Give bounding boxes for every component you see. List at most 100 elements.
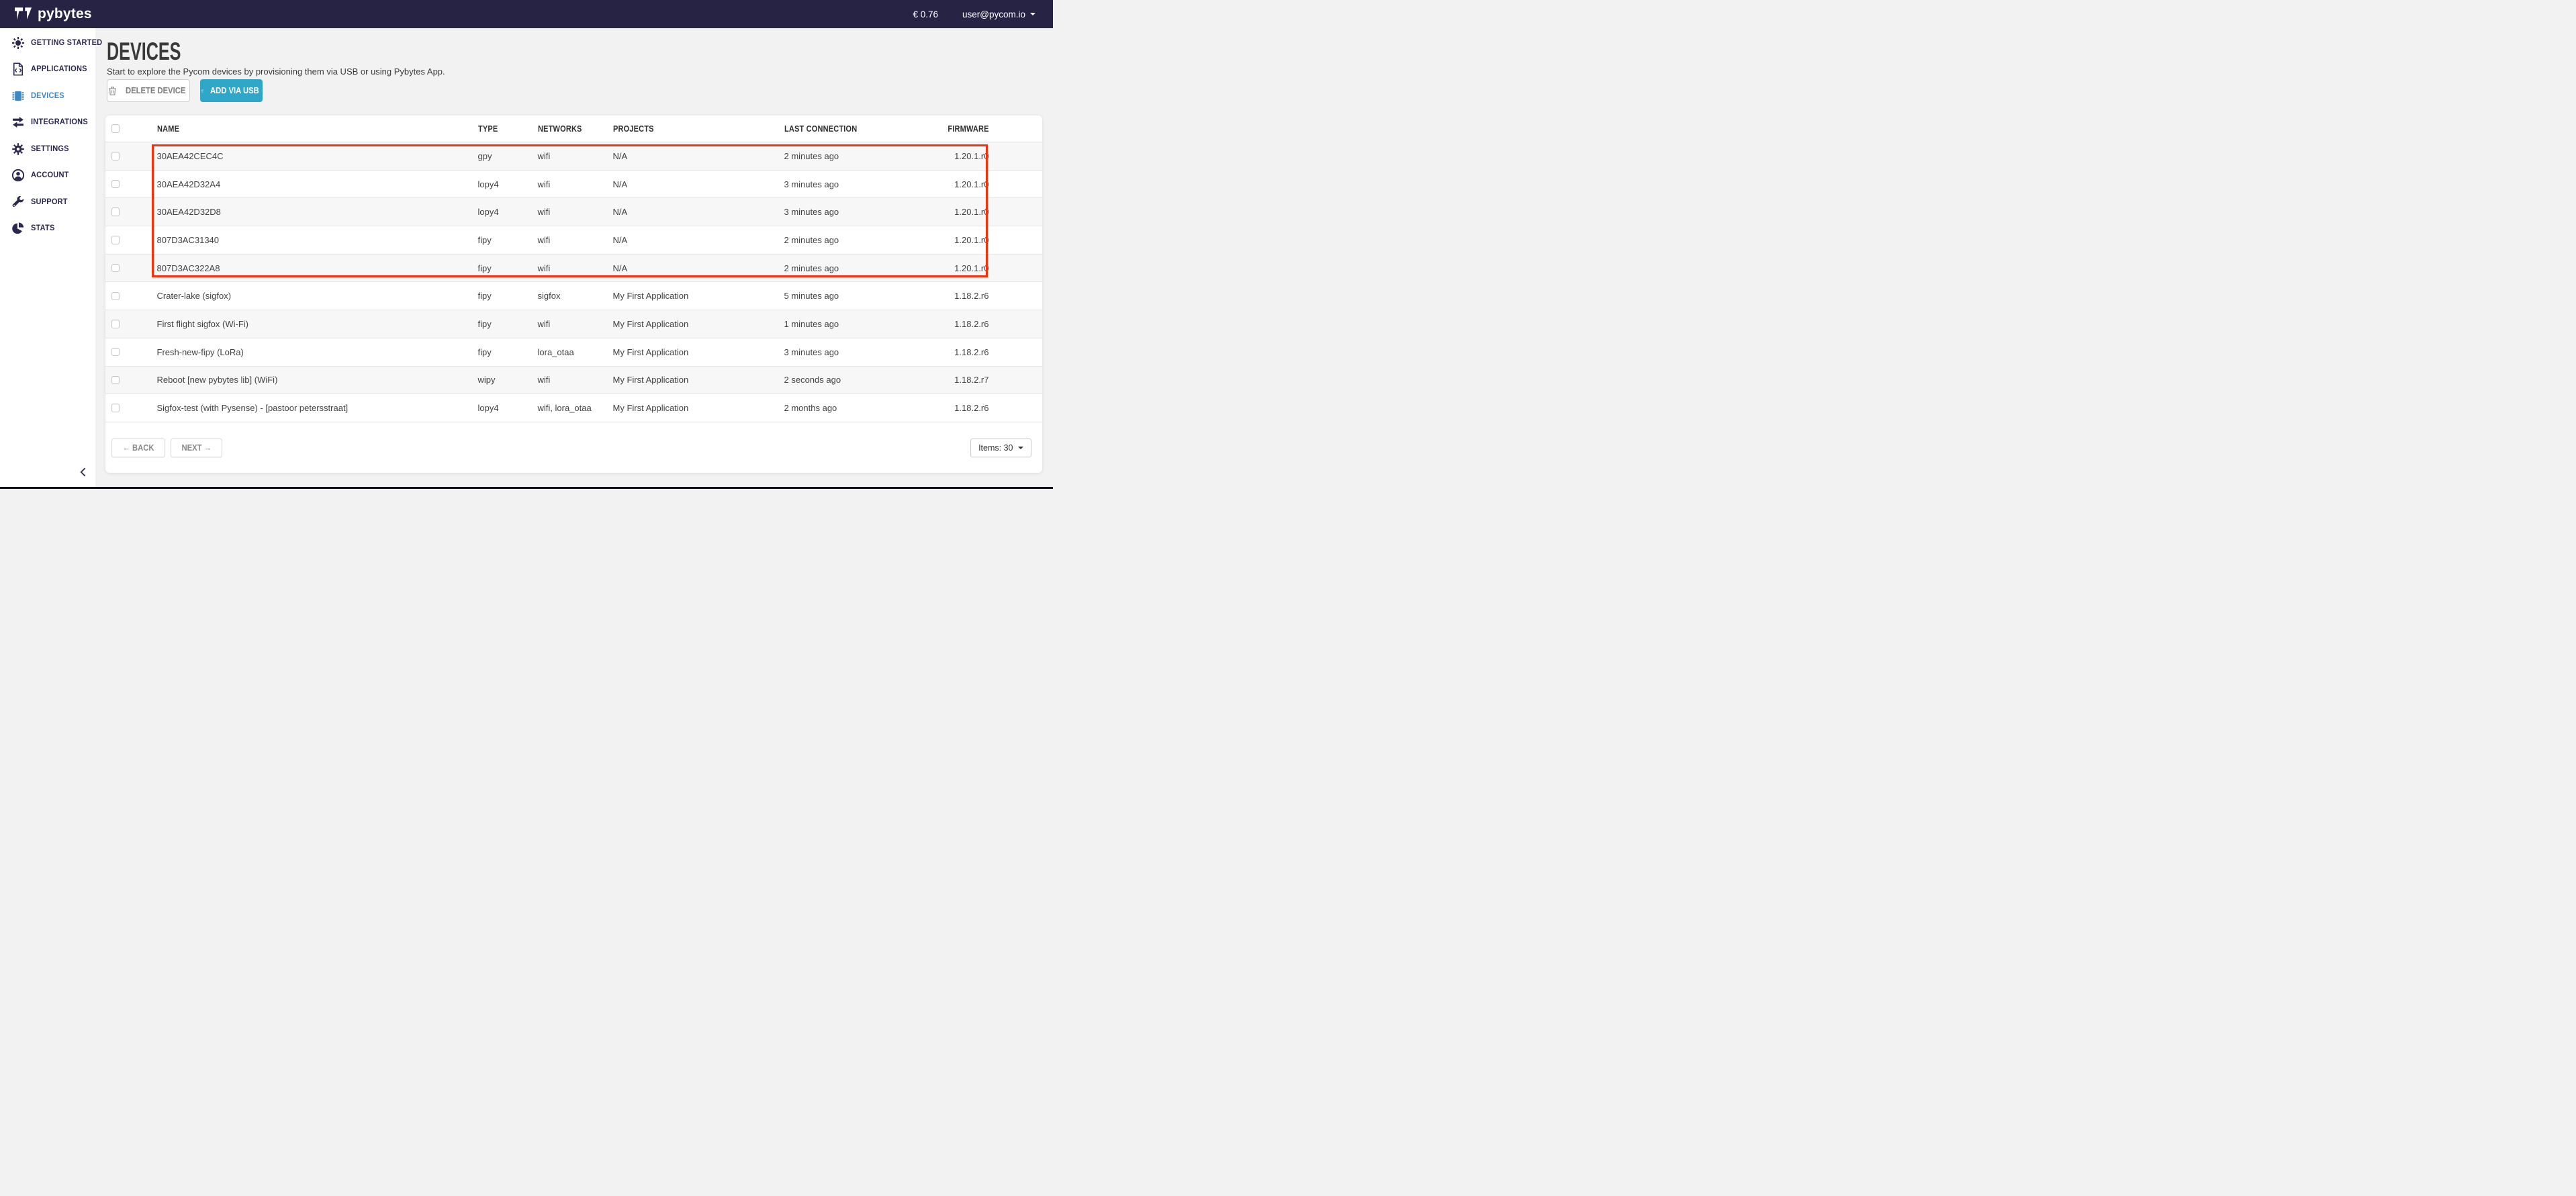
select-all-checkbox[interactable]	[111, 124, 120, 133]
row-checkbox[interactable]	[111, 236, 120, 244]
device-projects: N/A	[602, 151, 774, 161]
items-per-page-dropdown[interactable]: Items: 30	[970, 439, 1031, 457]
add-via-usb-button[interactable]: ADD VIA USB	[200, 79, 263, 102]
device-networks: wifi	[527, 207, 602, 217]
window-bottom-edge	[0, 487, 1053, 489]
table-row[interactable]: First flight sigfox (Wi-Fi) fipy wifi My…	[105, 310, 1042, 338]
device-name: 807D3AC322A8	[146, 263, 467, 273]
sidebar-item-settings[interactable]: SETTINGS	[0, 136, 95, 163]
device-projects: N/A	[602, 179, 774, 189]
row-checkbox[interactable]	[111, 376, 120, 385]
row-checkbox[interactable]	[111, 208, 120, 216]
table-row[interactable]: 807D3AC322A8 fipy wifi N/A 2 minutes ago…	[105, 255, 1042, 283]
device-type: fipy	[467, 319, 527, 329]
table-row[interactable]: Crater-lake (sigfox) fipy sigfox My Firs…	[105, 282, 1042, 310]
row-checkbox[interactable]	[111, 264, 120, 273]
sidebar-collapse-button[interactable]	[77, 465, 89, 479]
delete-device-button[interactable]: DELETE DEVICE	[107, 79, 190, 102]
device-name: 30AEA42D32A4	[146, 179, 467, 189]
device-last-connection: 3 minutes ago	[774, 179, 867, 189]
sidebar-item-getting-started[interactable]: GETTING STARTED	[0, 30, 95, 56]
device-firmware: 1.18.2.r7	[867, 375, 1042, 385]
device-last-connection: 2 months ago	[774, 403, 867, 413]
device-projects: My First Application	[602, 347, 774, 357]
device-name: 30AEA42D32D8	[146, 207, 467, 217]
row-checkbox[interactable]	[111, 404, 120, 412]
device-firmware: 1.20.1.r0	[867, 207, 1042, 217]
sidebar-item-devices[interactable]: DEVICES	[0, 83, 95, 109]
sun-icon	[11, 36, 25, 50]
device-name: First flight sigfox (Wi-Fi)	[146, 319, 467, 329]
trash-icon	[108, 86, 117, 96]
chevron-down-icon	[1018, 447, 1023, 452]
device-networks: wifi, lora_otaa	[527, 403, 602, 413]
table-row[interactable]: 30AEA42D32A4 lopy4 wifi N/A 3 minutes ag…	[105, 171, 1042, 199]
code-file-icon	[11, 62, 25, 76]
column-header-firmware: FIRMWARE	[867, 124, 1042, 134]
device-last-connection: 2 seconds ago	[774, 375, 867, 385]
table-row[interactable]: 807D3AC31340 fipy wifi N/A 2 minutes ago…	[105, 226, 1042, 255]
table-row[interactable]: Sigfox-test (with Pysense) - [pastoor pe…	[105, 394, 1042, 422]
device-networks: wifi	[527, 151, 602, 161]
page-subtitle: Start to explore the Pycom devices by pr…	[107, 66, 445, 77]
device-projects: My First Application	[602, 403, 774, 413]
device-type: lopy4	[467, 403, 527, 413]
device-projects: N/A	[602, 235, 774, 245]
sidebar-nav: GETTING STARTED APPLICATIONS DEVICES INT…	[0, 30, 95, 242]
table-row[interactable]: 30AEA42CEC4C gpy wifi N/A 2 minutes ago …	[105, 142, 1042, 171]
device-networks: lora_otaa	[527, 347, 602, 357]
device-name: Crater-lake (sigfox)	[146, 291, 467, 301]
row-checkbox[interactable]	[111, 292, 120, 301]
user-menu[interactable]: user@pycom.io	[962, 9, 1036, 19]
device-firmware: 1.20.1.r0	[867, 235, 1042, 245]
column-header-type: TYPE	[467, 124, 527, 134]
sidebar-item-support[interactable]: SUPPORT	[0, 189, 95, 216]
device-networks: wifi	[527, 319, 602, 329]
sidebar-item-stats[interactable]: STATS	[0, 216, 95, 242]
table-row[interactable]: Reboot [new pybytes lib] (WiFi) wipy wif…	[105, 367, 1042, 395]
device-networks: wifi	[527, 263, 602, 273]
device-type: fipy	[467, 263, 527, 273]
table-row[interactable]: 30AEA42D32D8 lopy4 wifi N/A 3 minutes ag…	[105, 198, 1042, 226]
sidebar-item-integrations[interactable]: INTEGRATIONS	[0, 109, 95, 136]
device-last-connection: 1 minutes ago	[774, 319, 867, 329]
device-type: lopy4	[467, 207, 527, 217]
device-type: gpy	[467, 151, 527, 161]
device-type: lopy4	[467, 179, 527, 189]
device-firmware: 1.20.1.r0	[867, 179, 1042, 189]
device-type: fipy	[467, 235, 527, 245]
device-last-connection: 2 minutes ago	[774, 263, 867, 273]
next-button[interactable]: NEXT →	[171, 439, 222, 457]
row-checkbox[interactable]	[111, 180, 120, 189]
column-header-networks: NETWORKS	[527, 124, 602, 134]
sidebar-item-account[interactable]: ACCOUNT	[0, 163, 95, 189]
sidebar: GETTING STARTED APPLICATIONS DEVICES INT…	[0, 28, 95, 487]
pybytes-logo[interactable]: pybytes	[15, 6, 92, 22]
table-body: 30AEA42CEC4C gpy wifi N/A 2 minutes ago …	[105, 142, 1042, 422]
table-row[interactable]: Fresh-new-fipy (LoRa) fipy lora_otaa My …	[105, 338, 1042, 367]
device-name: 30AEA42CEC4C	[146, 151, 467, 161]
device-last-connection: 3 minutes ago	[774, 207, 867, 217]
account-balance: € 0.76	[913, 9, 938, 19]
device-projects: My First Application	[602, 291, 774, 301]
gear-icon	[11, 142, 25, 156]
chevron-down-icon	[1030, 13, 1036, 18]
chip-icon	[11, 89, 25, 103]
sidebar-item-applications[interactable]: APPLICATIONS	[0, 56, 95, 83]
device-last-connection: 5 minutes ago	[774, 291, 867, 301]
logo-text: pybytes	[38, 6, 92, 22]
row-checkbox[interactable]	[111, 152, 120, 160]
arrows-swap-icon	[11, 116, 25, 129]
device-type: wipy	[467, 375, 527, 385]
pie-chart-icon	[11, 222, 25, 235]
wrench-icon	[11, 195, 25, 209]
page-title: DEVICES	[107, 38, 181, 66]
user-email: user@pycom.io	[962, 9, 1025, 19]
device-name: 807D3AC31340	[146, 235, 467, 245]
delete-device-label: DELETE DEVICE	[126, 86, 185, 95]
back-button[interactable]: ← BACK	[111, 439, 165, 457]
row-checkbox[interactable]	[111, 320, 120, 328]
device-name: Fresh-new-fipy (LoRa)	[146, 347, 467, 357]
device-firmware: 1.18.2.r6	[867, 403, 1042, 413]
row-checkbox[interactable]	[111, 348, 120, 357]
